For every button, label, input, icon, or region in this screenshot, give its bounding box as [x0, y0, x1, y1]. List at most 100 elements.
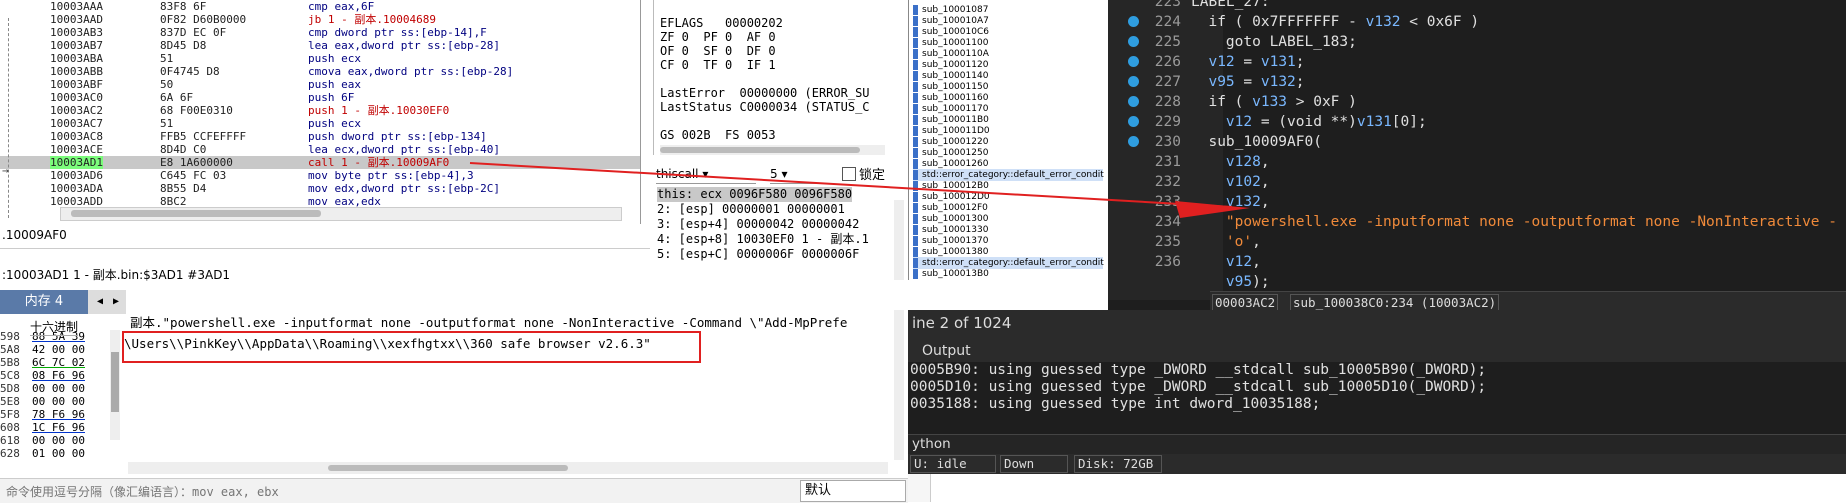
code-token: =	[1234, 74, 1261, 90]
dump-row[interactable]: 628 01 00 00	[0, 447, 85, 460]
command-mode-select[interactable]: 默认	[800, 480, 906, 502]
pseudocode-line[interactable]: 236 v12,	[1128, 252, 1261, 272]
disasm-row[interactable]: 10003ABB 0F4745 D8 cmova eax,dword ptr ss:…	[0, 65, 640, 78]
pseudocode-line[interactable]: 223 LABEL_27:	[1128, 0, 1270, 12]
dump-bytes: 00 00 00	[32, 382, 85, 395]
registers-horizontal-scrollbar[interactable]	[660, 145, 885, 155]
dump-row[interactable]: 5A8 42 00 00	[0, 343, 85, 356]
stack-arg-line[interactable]: 5: [esp+C] 0000006F 0000006F	[657, 247, 859, 262]
dump-row[interactable]: 618 00 00 00	[0, 434, 85, 447]
disasm-row[interactable]: 10003AB3 837D EC 0F cmp dword ptr ss:[ebp-…	[0, 26, 640, 39]
pseudocode-line[interactable]: 230 sub_10009AF0(	[1128, 132, 1322, 152]
code-token: > 0xF )	[1287, 94, 1357, 110]
breakpoint-dot-icon	[1128, 36, 1139, 47]
disasm-instr: cmova eax,dword ptr ss:[ebp-28]	[308, 65, 514, 78]
stack-arg-line[interactable]: 3: [esp+4] 00000042 00000042	[657, 217, 859, 232]
disasm-instr: push 1 - 副本.10030EF0	[308, 104, 450, 117]
disasm-bytes: 50	[160, 78, 174, 91]
disasm-row[interactable]: 10003AC7 51 push ecx	[0, 117, 640, 130]
stack-arg-line[interactable]: this: ecx 0096F580 0096F580	[657, 187, 853, 202]
memory-dump-view[interactable]: 598 88 5A 39 5A8 42 00 00 5B8 6C 7C 02 5C8 08 F…	[0, 314, 127, 474]
disasm-row[interactable]: 10003AAD 0F82 D60B0000 jb 1 - 副本.10004689	[0, 13, 640, 26]
pseudocode-line[interactable]: 224 if ( 0x7FFFFFFF - v132 < 0x6F )	[1128, 12, 1479, 32]
pseudocode-line[interactable]: 226 v12 = v131;	[1128, 52, 1305, 72]
pseudocode-line[interactable]: 233 v132,	[1128, 192, 1270, 212]
disasm-bytes: 8D4D C0	[160, 143, 207, 156]
pseudocode-line[interactable]: 227 v95 = v132;	[1128, 72, 1305, 92]
dump-row[interactable]: 5E8 00 00 00	[0, 395, 85, 408]
tab-prev-icon[interactable]: ◀	[94, 292, 106, 312]
call-stack-args-view[interactable]: this: ecx 0096F580 0096F580 2: [esp] 0000…	[655, 187, 895, 287]
function-icon	[913, 213, 918, 224]
search-direction: Down	[1000, 455, 1068, 473]
tab-memory-4[interactable]: 内存 4	[0, 290, 88, 314]
function-name: sub_10001330	[922, 225, 989, 235]
disasm-horizontal-scrollbar[interactable]	[60, 207, 622, 221]
disasm-row[interactable]: 10003AD1 E8 1A600000 call 1 - 副本.10009AF0	[0, 156, 640, 169]
disasm-addr: 10003ACE	[50, 143, 103, 156]
pseudocode-line[interactable]: 228 if ( v133 > 0xF )	[1128, 92, 1357, 112]
code-token: v102	[1191, 174, 1261, 190]
pseudocode-line[interactable]: 235 'o',	[1128, 232, 1261, 252]
dump-row[interactable]: 5F8 78 F6 96	[0, 408, 85, 421]
line-count: ine 2 of 1024	[912, 314, 1012, 332]
pseudocode-line[interactable]: 232 v102,	[1128, 172, 1270, 192]
stack-arg-line[interactable]: 4: [esp+8] 10030EF0 1 - 副本.1	[657, 232, 869, 247]
calling-convention-select[interactable]: thiscall ▾	[656, 165, 756, 184]
function-icon	[913, 48, 918, 59]
disasm-instr: push ecx	[308, 52, 361, 65]
function-list-item[interactable]: sub_100013B0	[913, 268, 1103, 280]
dump-row[interactable]: 5B8 6C 7C 02	[0, 356, 85, 369]
dump-row[interactable]: 5C8 08 F6 96	[0, 369, 85, 382]
code-token: if ( 0x7FFFFFFF -	[1191, 14, 1366, 30]
function-list[interactable]: sub_10001087 sub_100010A7 sub_100010C6 sub_…	[908, 0, 1109, 280]
function-icon	[913, 92, 918, 103]
string-line-1: 副本."powershell.exe -inputformat none -ou…	[130, 315, 848, 330]
command-input[interactable]	[4, 482, 798, 502]
stack-vertical-scrollbar[interactable]	[894, 200, 904, 280]
disasm-row[interactable]: 10003ACE 8D4D C0 lea ecx,dword ptr ss:[ebp…	[0, 143, 640, 156]
function-icon	[913, 191, 918, 202]
pseudocode-line[interactable]: 225 goto LABEL_183;	[1128, 32, 1357, 52]
disasm-row[interactable]: 10003AB7 8D45 D8 lea eax,dword ptr ss:[ebp…	[0, 39, 640, 52]
dump-bytes: 1C F6 96	[32, 421, 85, 434]
disasm-row[interactable]: 10003AAA 83F8 6F cmp eax,6F	[0, 0, 640, 13]
disasm-addr: 10003AC2	[50, 104, 103, 117]
line-number: 232	[1154, 174, 1181, 190]
disasm-row[interactable]: 10003ABF 50 push eax	[0, 78, 640, 91]
line-number: 230	[1154, 134, 1181, 150]
pseudocode-line[interactable]: 229 v12 = (void **)v131[0];	[1128, 112, 1427, 132]
function-icon	[913, 114, 918, 125]
disassembly-view[interactable]: 10003AAA 83F8 6F cmp eax,6F 10003AAD 0F82 D6…	[0, 0, 641, 224]
python-bar[interactable]	[908, 434, 1846, 455]
function-name: std::error_category::default_error_condi…	[922, 258, 1104, 268]
disasm-addr: 10003AAD	[50, 13, 103, 26]
disasm-row[interactable]: 10003AC8 FFB5 CCFEFFFF push dword ptr ss:[…	[0, 130, 640, 143]
disasm-row[interactable]: 10003ABA 51 push ecx	[0, 52, 640, 65]
string-vertical-scrollbar[interactable]	[894, 310, 904, 460]
disasm-row[interactable]: 10003AC0 6A 6F push 6F	[0, 91, 640, 104]
code-token: ,	[1260, 154, 1270, 170]
code-token: );	[1252, 274, 1270, 290]
dump-row[interactable]: 608 1C F6 96	[0, 421, 85, 434]
disasm-instr: push dword ptr ss:[ebp-134]	[308, 130, 487, 143]
pseudocode-line[interactable]: v95);	[1128, 272, 1270, 292]
disasm-row[interactable]: 10003AC2 68 F00E0310 push 1 - 副本.10030EF0	[0, 104, 640, 117]
register-line: OF 0 SF 0 DF 0	[660, 44, 776, 58]
stack-arg-line[interactable]: 2: [esp] 00000001 00000001	[657, 202, 845, 217]
disasm-row[interactable]: 10003ADA 8B55 D4 mov edx,dword ptr ss:[ebp…	[0, 182, 640, 195]
argument-count-stepper[interactable]: 5 ▾	[770, 165, 820, 184]
tab-next-icon[interactable]: ▶	[110, 292, 122, 312]
disasm-row[interactable]: 10003AD6 C645 FC 03 mov byte ptr ss:[ebp-4…	[0, 169, 640, 182]
registers-view[interactable]: EFLAGS 00000202 ZF 0 PF 0 AF 0 OF 0 SF 0 D…	[653, 0, 909, 155]
dump-vertical-scrollbar[interactable]	[110, 330, 120, 440]
dump-row[interactable]: 5D8 00 00 00	[0, 382, 85, 395]
pseudocode-line[interactable]: 234 "powershell.exe -inputformat none -o…	[1128, 212, 1837, 232]
function-icon	[913, 81, 918, 92]
line-count-bar	[908, 310, 1846, 340]
pseudocode-line[interactable]: 231 v128,	[1128, 152, 1270, 172]
string-horizontal-scrollbar[interactable]	[128, 462, 888, 474]
lock-checkbox[interactable]	[842, 167, 856, 181]
disasm-instr: push ecx	[308, 117, 361, 130]
disasm-instr: push 6F	[308, 91, 355, 104]
